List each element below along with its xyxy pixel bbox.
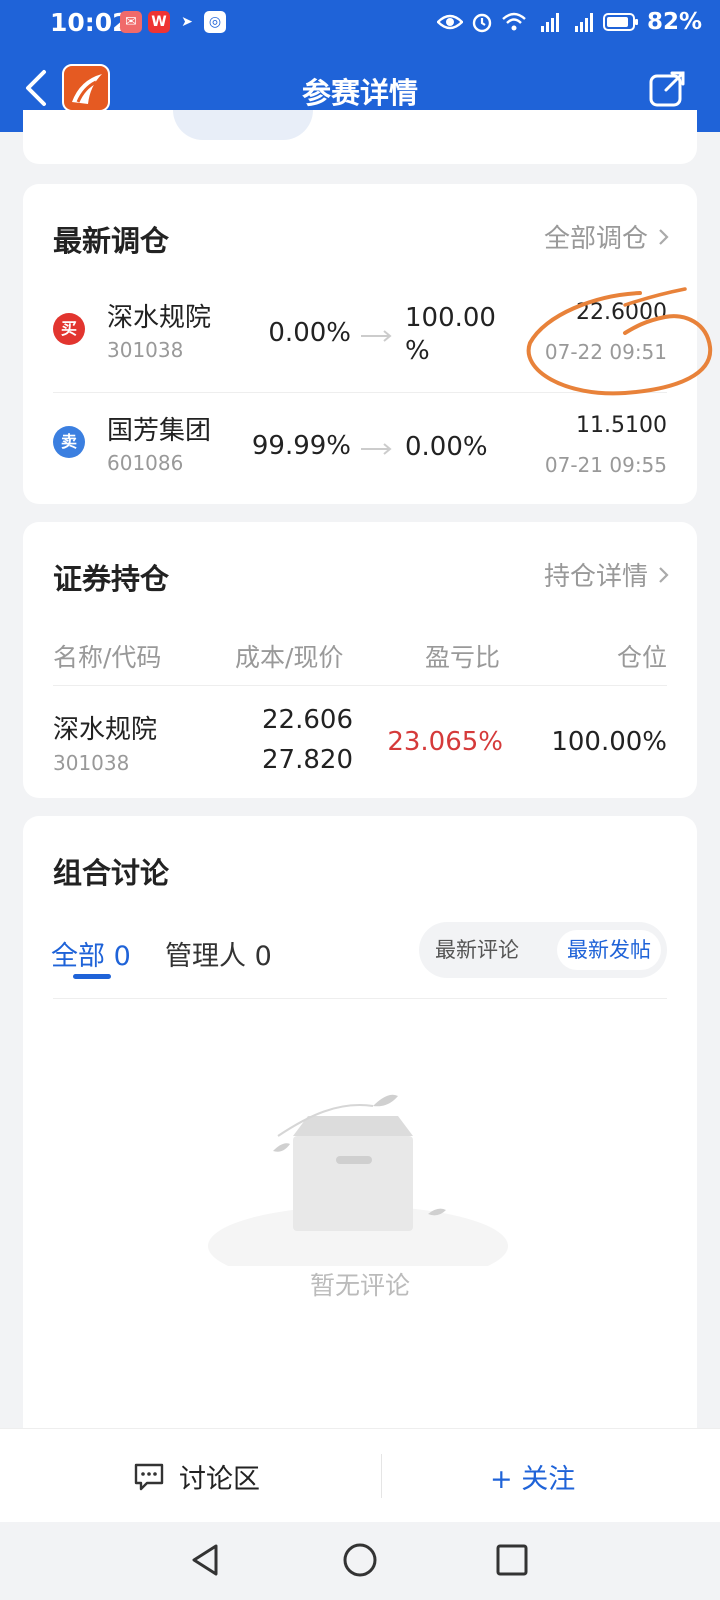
trade-from-weight: 0.00% bbox=[268, 318, 351, 348]
status-app-icons: ✉ W ➤ ◎ bbox=[120, 11, 226, 33]
trade-from-weight: 99.99% bbox=[251, 431, 351, 461]
holding-stock-name: 深水规院 bbox=[53, 715, 158, 745]
all-trades-link[interactable]: 全部调仓 bbox=[544, 218, 669, 255]
trade-stock-code: 601086 bbox=[107, 451, 184, 475]
holdings-header-cost: 成本/现价 bbox=[235, 643, 344, 672]
holdings-detail-label: 持仓详情 bbox=[543, 562, 648, 592]
nav-back-triangle-icon[interactable] bbox=[188, 1542, 224, 1578]
share-icon[interactable] bbox=[648, 70, 686, 108]
latest-trades-title: 最新调仓 bbox=[53, 224, 170, 258]
wps-app-icon: W bbox=[148, 11, 170, 33]
divider bbox=[53, 685, 667, 686]
holding-pnl: 23.065% bbox=[387, 727, 503, 757]
trade-to-unit: % bbox=[405, 336, 430, 366]
system-nav-bar bbox=[0, 1522, 720, 1600]
holdings-header-pnl: 盈亏比 bbox=[425, 643, 501, 672]
chevron-right-icon bbox=[659, 228, 669, 245]
trade-to-weight: 100.00 % bbox=[405, 302, 515, 368]
tab-manager[interactable]: 管理人 0 bbox=[165, 934, 272, 973]
telegram-icon: ➤ bbox=[181, 14, 193, 30]
tab-active-indicator bbox=[73, 974, 111, 979]
holdings-card: 证券持仓 持仓详情 名称/代码 成本/现价 盈亏比 仓位 深水规院 301038… bbox=[23, 522, 697, 798]
status-indicators: 82% bbox=[436, 9, 702, 35]
handdrawn-circle-annotation bbox=[526, 287, 713, 396]
follow-button[interactable]: + 关注 bbox=[490, 1457, 575, 1496]
trade-price: 11.5100 bbox=[576, 413, 667, 438]
discussion-area-label: 讨论区 bbox=[179, 1464, 260, 1495]
holdings-detail-link[interactable]: 持仓详情 bbox=[544, 556, 669, 593]
trade-stock-code: 301038 bbox=[107, 338, 184, 362]
buy-badge: 买 bbox=[53, 313, 85, 345]
holding-cost: 22.606 bbox=[262, 705, 353, 735]
wifi-icon bbox=[502, 12, 526, 31]
sort-toggle: 最新评论 最新发帖 bbox=[419, 922, 667, 978]
sell-badge: 卖 bbox=[53, 426, 85, 458]
signal-4g-icon bbox=[540, 13, 559, 32]
notification-app-icon: ✉ bbox=[120, 11, 142, 33]
signal-4g-icon bbox=[574, 13, 593, 32]
trade-stock-name: 深水规院 bbox=[107, 303, 212, 333]
discussion-title: 组合讨论 bbox=[53, 856, 170, 890]
chat-bubble-icon bbox=[134, 1463, 164, 1490]
trade-to-weight: 0.00% bbox=[405, 432, 488, 462]
trade-time: 07-21 09:55 bbox=[544, 453, 667, 477]
status-time: 10:02 bbox=[50, 8, 130, 37]
holdings-title: 证券持仓 bbox=[53, 562, 170, 596]
empty-state-text: 暂无评论 bbox=[309, 1271, 410, 1300]
battery-icon bbox=[602, 13, 638, 31]
all-trades-label: 全部调仓 bbox=[543, 224, 648, 254]
sort-latest-comment[interactable]: 最新评论 bbox=[425, 930, 529, 970]
arrow-right-icon bbox=[361, 330, 392, 342]
divider bbox=[53, 998, 667, 999]
compass-app-icon: ◎ bbox=[204, 11, 226, 33]
page-title: 参赛详情 bbox=[301, 76, 418, 110]
holding-price: 27.820 bbox=[262, 745, 353, 775]
bottom-action-bar: 讨论区 + 关注 bbox=[0, 1428, 720, 1522]
holding-stock-code: 301038 bbox=[53, 751, 130, 775]
holding-position: 100.00% bbox=[551, 727, 667, 757]
empty-box-illustration bbox=[208, 1094, 508, 1266]
trade-to-value: 100.00 bbox=[405, 303, 496, 333]
previous-section-card bbox=[23, 110, 697, 164]
divider bbox=[381, 1454, 382, 1498]
trade-stock-name: 国芳集团 bbox=[107, 416, 212, 446]
discussion-card: 组合讨论 全部 0 管理人 0 最新评论 最新发帖 暂无评论 bbox=[23, 816, 697, 1456]
chevron-right-icon bbox=[659, 566, 669, 583]
nav-home-circle-icon[interactable] bbox=[342, 1542, 378, 1578]
arrow-right-icon bbox=[361, 443, 392, 455]
sort-latest-post[interactable]: 最新发帖 bbox=[557, 930, 661, 970]
holdings-header-name: 名称/代码 bbox=[53, 643, 162, 672]
previous-section-pill bbox=[173, 110, 313, 140]
alarm-icon bbox=[472, 13, 492, 33]
status-bar: 10:02 ✉ W ➤ ◎ 82% bbox=[0, 0, 720, 46]
discussion-area-button[interactable]: 讨论区 bbox=[133, 1457, 260, 1496]
tab-all[interactable]: 全部 0 bbox=[51, 934, 131, 973]
nav-recents-square-icon[interactable] bbox=[494, 1542, 530, 1578]
eye-icon bbox=[436, 14, 463, 30]
holdings-header-position: 仓位 bbox=[616, 643, 667, 672]
battery-percent: 82% bbox=[646, 9, 702, 35]
